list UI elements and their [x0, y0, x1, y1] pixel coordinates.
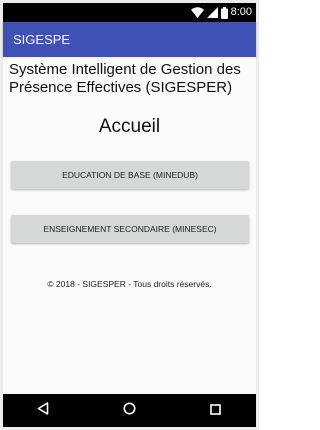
status-time: 8:00	[230, 6, 252, 18]
phone-frame: 8:00 SIGESPE Système Intelligent de Gest…	[0, 0, 259, 430]
system-title: Système Intelligent de Gestion des Prése…	[9, 61, 241, 96]
home-button[interactable]	[109, 394, 149, 427]
app-title: SIGESPE	[13, 32, 71, 47]
cellular-signal-icon	[206, 7, 218, 18]
battery-icon	[220, 6, 228, 19]
app-bar: SIGESPE	[3, 22, 256, 57]
back-button[interactable]	[23, 394, 63, 427]
page-title: Accueil	[98, 116, 161, 137]
navigation-bar	[3, 394, 256, 427]
status-icons: 8:00	[190, 5, 252, 20]
recent-apps-button[interactable]	[195, 394, 235, 427]
recent-apps-icon	[209, 402, 221, 420]
status-bar: 8:00	[3, 3, 256, 22]
wifi-icon	[190, 7, 204, 18]
minedub-button[interactable]: EDUCATION DE BASE (MINEDUB)	[11, 161, 249, 189]
home-icon	[123, 402, 136, 420]
copyright-footer: © 2018 - SIGESPER - Tous droits réservés…	[47, 279, 212, 289]
minesec-button[interactable]: ENSEIGNEMENT SECONDAIRE (MINESEC)	[11, 215, 249, 243]
back-icon	[37, 401, 49, 420]
main-content: Système Intelligent de Gestion des Prése…	[3, 57, 256, 394]
